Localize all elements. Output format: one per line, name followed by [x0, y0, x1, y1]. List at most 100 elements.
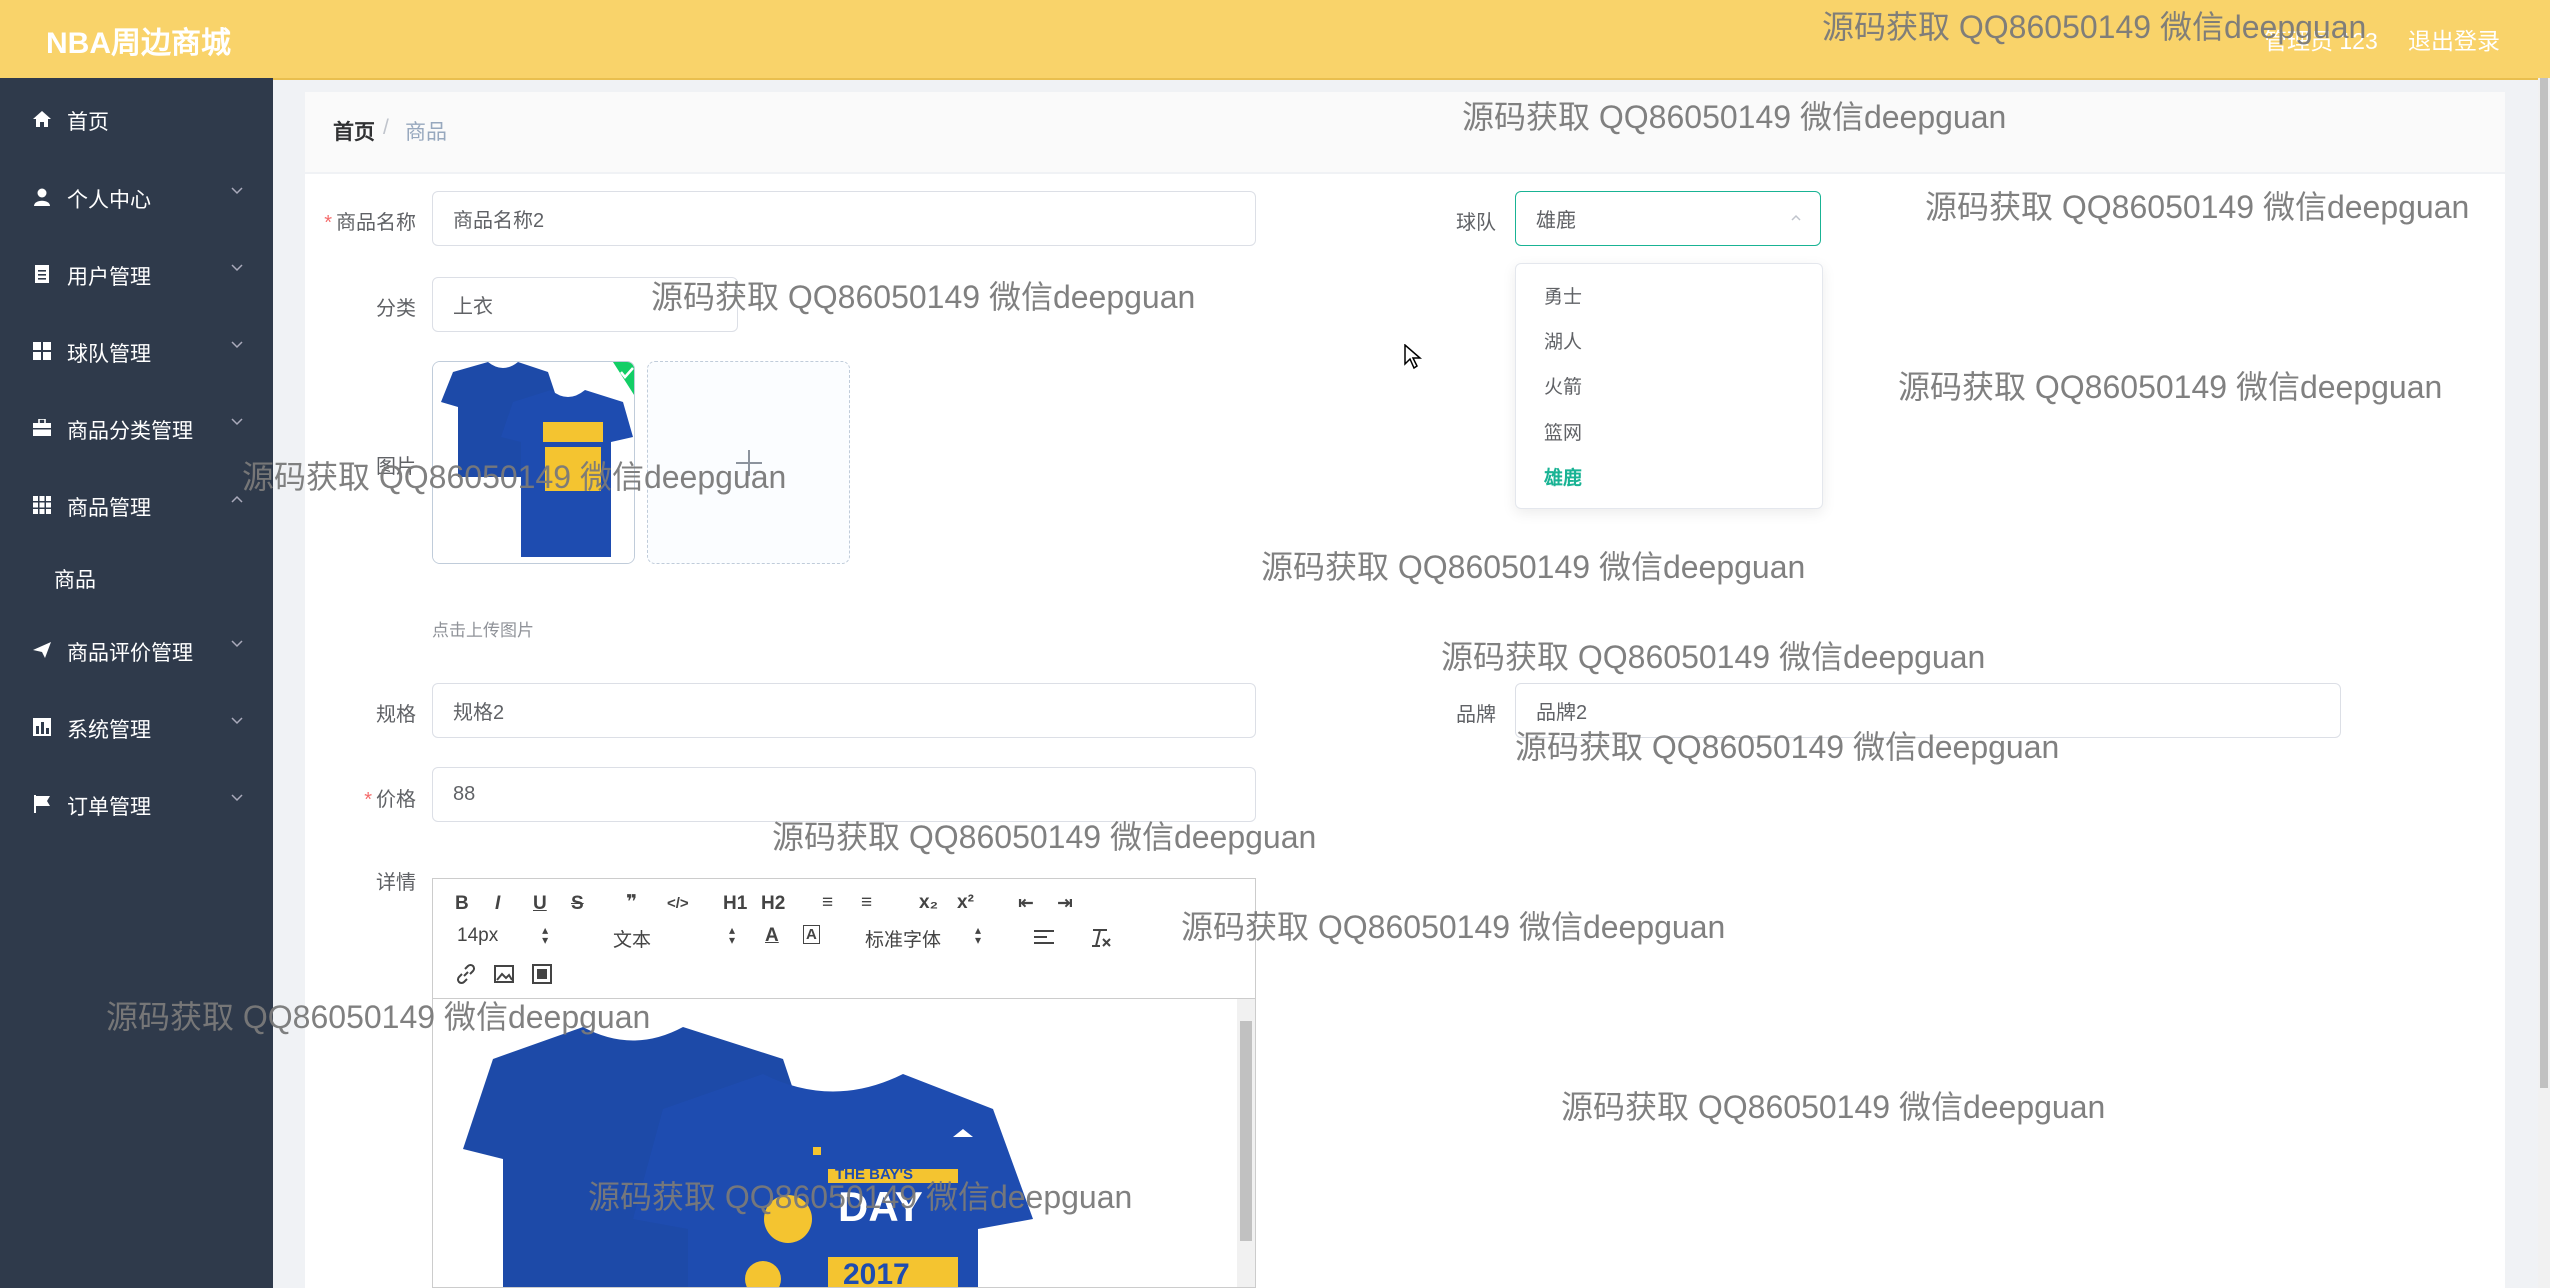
sidebar-subitem-label: 商品 [54, 569, 96, 592]
team-option-selected[interactable]: 雄鹿 [1544, 463, 1582, 490]
team-select[interactable]: 雄鹿 [1515, 191, 1821, 246]
sidebar-subitem-products[interactable]: 商品 [0, 550, 273, 600]
indent-button[interactable]: ⇥ [1057, 892, 1073, 915]
brand-label: 品牌 [1456, 704, 1496, 726]
brand-title: NBA周边商城 [46, 27, 231, 60]
italic-button[interactable]: I [495, 893, 500, 915]
chevron-up-icon [1791, 214, 1801, 221]
sidebar-item-system[interactable]: 系统管理 [0, 696, 273, 756]
team-dropdown: 勇士 湖人 火箭 篮网 雄鹿 [1515, 263, 1823, 509]
font-family-select[interactable]: 标准字体 ▴ ▾ [865, 924, 981, 952]
category-label: 分类 [376, 298, 416, 320]
watermark: 源码获取 QQ86050149 微信deepguan [242, 459, 787, 495]
watermark: 源码获取 QQ86050149 微信deepguan [588, 1179, 1133, 1215]
page-scrollbar[interactable] [2538, 78, 2550, 1288]
breadcrumb-separator: / [383, 116, 389, 139]
text-type-select[interactable]: 文本 ▴ ▾ [613, 924, 735, 952]
breadcrumb: 首页 / 商品 [305, 92, 2505, 172]
mouse-cursor-icon [1404, 344, 1422, 370]
sidebar-item-label: 首页 [67, 111, 109, 134]
sidebar-item-label: 订单管理 [67, 796, 151, 819]
sidebar-item-orders[interactable]: 订单管理 [0, 773, 273, 833]
team-option[interactable]: 勇士 [1544, 282, 1582, 309]
price-label: * 价格 [364, 789, 416, 811]
home-icon [33, 111, 51, 127]
ordered-list-button[interactable]: ≡ [822, 892, 833, 914]
team-label: 球队 [1456, 212, 1496, 234]
send-icon [33, 642, 51, 658]
watermark: 源码获取 QQ86050149 微信deepguan [772, 819, 1317, 855]
breadcrumb-home[interactable]: 首页 [333, 116, 375, 146]
sidebar-item-label: 用户管理 [67, 266, 151, 289]
outdent-button[interactable]: ⇤ [1018, 892, 1034, 915]
editor-scrollbar[interactable] [1237, 999, 1255, 1287]
sidebar-item-users[interactable]: 用户管理 [0, 243, 273, 303]
chevron-down-icon [231, 418, 243, 426]
sidebar-item-profile[interactable]: 个人中心 [0, 166, 273, 226]
chevron-down-icon [231, 640, 243, 648]
chart-icon [33, 718, 51, 736]
editor-scroll-thumb[interactable] [1240, 1021, 1252, 1241]
watermark: 源码获取 QQ86050149 微信deepguan [1181, 909, 1726, 945]
chevron-down-icon [231, 341, 243, 349]
bold-button[interactable]: B [455, 893, 469, 915]
link-icon[interactable] [455, 963, 477, 985]
font-color-button[interactable]: A [765, 925, 779, 947]
flag-icon [34, 795, 50, 813]
briefcase-icon [33, 419, 51, 436]
sidebar-item-teams[interactable]: 球队管理 [0, 320, 273, 380]
team-option[interactable]: 火箭 [1544, 372, 1582, 399]
watermark: 源码获取 QQ86050149 微信deepguan [651, 279, 1196, 315]
sidebar-item-categories[interactable]: 商品分类管理 [0, 397, 273, 457]
shirt-text-3: 2017 [843, 1258, 910, 1288]
sidebar-item-label: 个人中心 [67, 189, 151, 212]
page-scroll-thumb[interactable] [2540, 78, 2548, 1088]
spec-label: 规格 [376, 704, 416, 726]
background-color-button[interactable]: A [803, 925, 820, 944]
upload-tip: 点击上传图片 [432, 621, 534, 640]
team-option[interactable]: 湖人 [1544, 327, 1582, 354]
code-block-button[interactable]: </> [667, 895, 689, 912]
align-icon[interactable] [1033, 929, 1055, 947]
sidebar-item-label: 球队管理 [67, 343, 151, 366]
subscript-button[interactable]: x₂ [919, 892, 938, 914]
grid-icon [33, 496, 51, 514]
chevron-down-icon [231, 794, 243, 802]
product-name-input[interactable]: 商品名称2 [432, 191, 1256, 246]
video-icon[interactable] [531, 963, 553, 985]
spec-input[interactable]: 规格2 [432, 683, 1256, 738]
sidebar-item-label: 系统管理 [67, 719, 151, 742]
watermark: 源码获取 QQ86050149 微信deepguan [1441, 639, 1986, 675]
watermark: 源码获取 QQ86050149 微信deepguan [1515, 729, 2060, 765]
underline-button[interactable]: U [533, 893, 547, 915]
watermark: 源码获取 QQ86050149 微信deepguan [1822, 9, 2367, 45]
watermark: 源码获取 QQ86050149 微信deepguan [1561, 1089, 2106, 1125]
font-size-select[interactable]: 14px ▴ ▾ [457, 924, 548, 947]
watermark: 源码获取 QQ86050149 微信deepguan [1261, 549, 1806, 585]
chevron-down-icon [231, 187, 243, 195]
sidebar-item-products[interactable]: 商品管理 [0, 474, 273, 534]
doc-icon [35, 265, 49, 283]
logout-link[interactable]: 退出登录 [2408, 22, 2500, 56]
clear-format-icon[interactable] [1089, 927, 1113, 949]
team-option[interactable]: 篮网 [1544, 418, 1582, 445]
sidebar-item-label: 商品分类管理 [67, 420, 193, 443]
header2-button[interactable]: H2 [761, 893, 785, 915]
header1-button[interactable]: H1 [723, 893, 747, 915]
sidebar-item-reviews[interactable]: 商品评价管理 [0, 619, 273, 679]
product-name-label: * 商品名称 [324, 212, 416, 234]
image-icon[interactable] [493, 963, 515, 985]
watermark: 源码获取 QQ86050149 微信deepguan [106, 999, 651, 1035]
chevron-down-icon [231, 717, 243, 725]
editor-content[interactable]: THE BAY'S DAY 2017 [432, 998, 1256, 1288]
chevron-down-icon [231, 264, 243, 272]
sidebar-item-home[interactable]: 首页 [0, 88, 273, 148]
bullet-list-button[interactable]: ≡ [861, 892, 872, 914]
strike-button[interactable]: S [571, 893, 584, 915]
blockquote-button[interactable]: ❞ [626, 891, 637, 914]
superscript-button[interactable]: x² [957, 892, 974, 914]
sidebar-item-label: 商品管理 [67, 497, 151, 520]
editor-toolbar: B I U S ❞ </> H1 H2 ≡ ≡ x₂ x² ⇤ ⇥ 14px ▴ ▾… [432, 878, 1256, 998]
grid-icon [33, 342, 51, 360]
watermark: 源码获取 QQ86050149 微信deepguan [1898, 369, 2443, 405]
